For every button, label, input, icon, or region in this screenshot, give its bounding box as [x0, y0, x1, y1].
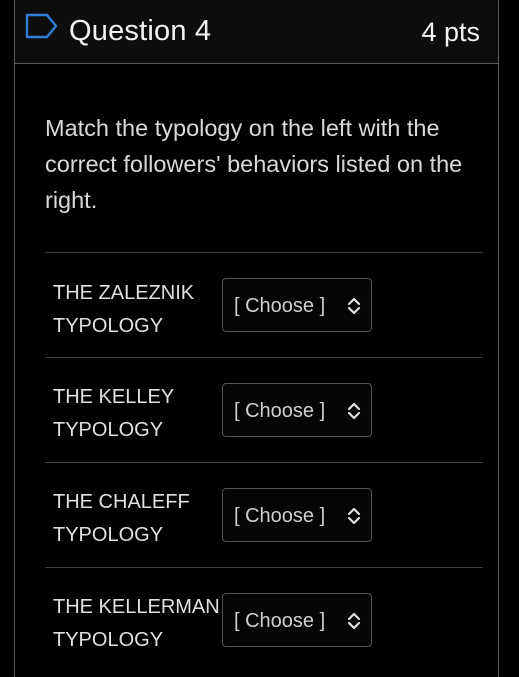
- match-select-chaleff[interactable]: [ Choose ]: [222, 488, 372, 542]
- select-value: [ Choose ]: [234, 400, 326, 422]
- question-prompt: Match the typology on the left with the …: [45, 115, 463, 213]
- chevron-up-down-icon: [347, 402, 361, 420]
- chevron-up-down-icon: [347, 507, 361, 525]
- select-value: [ Choose ]: [234, 610, 326, 632]
- match-label-kelley: THE KELLEY TYPOLOGY: [53, 386, 174, 441]
- match-label-zaleznik: THE ZALEZNIK TYPOLOGY: [53, 282, 195, 337]
- divider: [45, 567, 483, 568]
- divider: [45, 357, 483, 358]
- flag-icon[interactable]: [25, 13, 59, 39]
- divider: [45, 252, 483, 253]
- match-select-zaleznik[interactable]: [ Choose ]: [222, 278, 372, 332]
- chevron-up-down-icon: [347, 612, 361, 630]
- match-label-chaleff: THE CHALEFF TYPOLOGY: [53, 491, 190, 546]
- question-title: Question 4: [69, 15, 212, 47]
- select-value: [ Choose ]: [234, 295, 326, 317]
- question-header: Question 4 4 pts: [15, 0, 498, 64]
- question-points: 4 pts: [421, 17, 480, 47]
- divider: [45, 462, 483, 463]
- question-card: Question 4 4 pts Match the typology on t…: [14, 0, 499, 677]
- match-select-kellerman[interactable]: [ Choose ]: [222, 593, 372, 647]
- match-label-kellerman: THE KELLERMAN TYPOLOGY: [53, 596, 220, 651]
- chevron-up-down-icon: [347, 297, 361, 315]
- match-select-kelley[interactable]: [ Choose ]: [222, 383, 372, 437]
- select-value: [ Choose ]: [234, 505, 326, 527]
